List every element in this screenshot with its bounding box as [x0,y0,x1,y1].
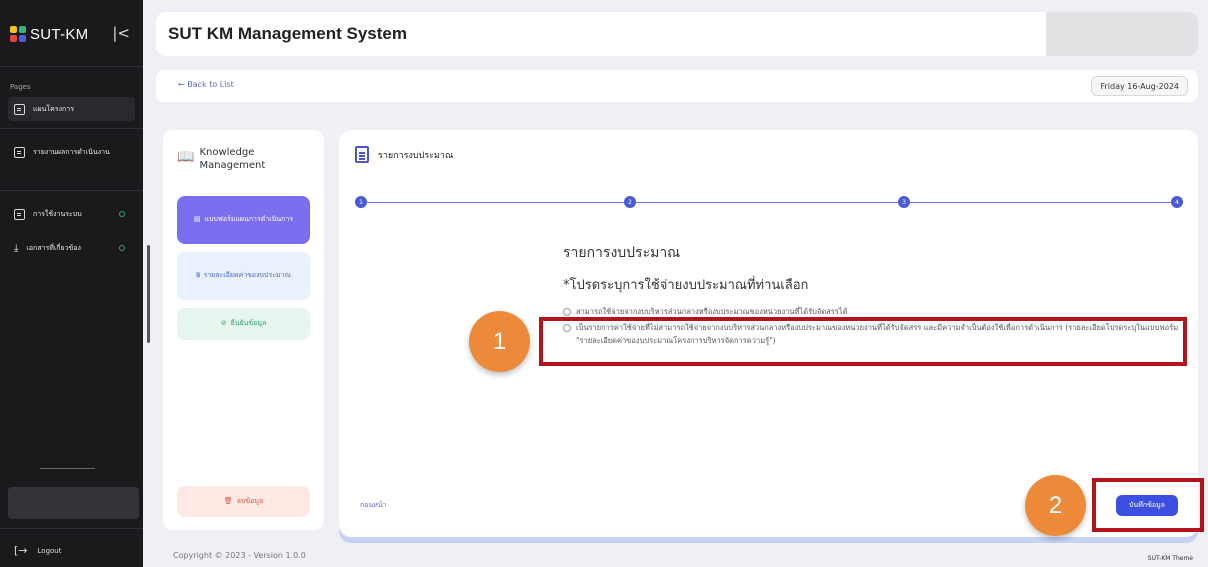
user-menu[interactable] [1046,12,1198,56]
date-badge: Friday 16-Aug-2024 [1091,76,1188,96]
sidebar-item-documents[interactable]: ⤓ เอกสารที่เกี่ยวข้อง [8,236,135,260]
stepper-step-2[interactable]: 2 [624,196,636,208]
sidebar-item-label: การใช้งานระบบ [33,209,82,218]
stepper-step-4[interactable]: 4 [1171,196,1183,208]
table-icon [14,103,25,115]
section-subtitle: *โปรดระบุการใช้จ่ายงบประมาณที่ท่านเลือก [563,278,809,293]
logout-button[interactable]: [→ Logout [14,544,61,557]
highlight-option-2 [539,317,1187,366]
book-icon: 📖 [177,149,195,165]
download-icon: ⤓ [14,242,19,254]
status-dot-icon [119,245,125,251]
copyright-text: Copyright © 2023 - Version 1.0.0 [173,551,306,560]
sidebar-item-plans[interactable]: แผนโครงการ [8,97,135,121]
sidebar-item-usage[interactable]: การใช้งานระบบ [8,202,135,226]
divider [0,528,143,529]
stepper-step-1[interactable]: 1 [355,196,367,208]
delete-button[interactable]: 🗑 ลบข้อมูล [177,486,310,517]
divider [0,190,143,191]
callout-2: 2 [1025,475,1086,536]
sidebar-scrollbar[interactable] [147,245,150,343]
step-label: ยืนยันข้อมูล [230,319,267,328]
divider [0,128,143,129]
sidebar: SUT-KM |< Pages แผนโครงการ รายงานผลการดำ… [0,0,143,567]
grid-icon [14,208,25,220]
top-header: SUT KM Management System [156,12,1198,56]
radio-button[interactable] [563,308,571,316]
brand-logo[interactable]: SUT-KM |< [10,22,130,46]
trash-icon: 🗑 [223,496,233,505]
panel-header: รายการงบประมาณ [355,146,453,163]
sidebar-item-report[interactable]: รายงานผลการดำเนินงาน [8,140,135,164]
step-budget-button[interactable]: ฿ รายละเอียดค่าของบประมาณ [177,252,310,300]
section-title: รายการงบประมาณ [563,245,681,261]
sidebar-item-label: แผนโครงการ [33,104,74,113]
brand-name: SUT-KM [30,25,89,43]
form-icon: ▤ [193,215,201,224]
stepper-line [361,202,1175,203]
step-label: รายละเอียดค่าของบประมาณ [203,271,292,280]
sidebar-item-label: รายงานผลการดำเนินงาน [33,147,110,156]
sidebar-item-label: เอกสารที่เกี่ยวข้อง [26,243,81,252]
previous-button[interactable]: ก่อนหน้า [360,500,387,511]
breadcrumb-bar: ← Back to List Friday 16-Aug-2024 [156,70,1198,102]
pages-label: Pages [10,83,31,91]
collapse-left-icon[interactable]: |< [112,24,130,42]
steps-panel: 📖 Knowledge Management ▤ แบบฟอร์มแผนการด… [163,130,324,530]
money-icon: ฿ [195,271,201,280]
delete-label: ลบข้อมูล [236,496,264,505]
step-label: แบบฟอร์มแผนการดำเนินการ [204,215,294,224]
back-to-list-link[interactable]: ← Back to List [178,80,234,89]
stepper-step-3[interactable]: 3 [898,196,910,208]
check-circle-icon: ⊘ [220,319,227,328]
step-confirm-button[interactable]: ⊘ ยืนยันข้อมูล [177,308,310,340]
status-dot-icon [119,211,125,217]
app-title: SUT KM Management System [168,24,407,43]
logout-icon: [→ [14,544,28,557]
logo-mark-icon [10,26,26,42]
callout-1: 1 [469,311,530,372]
theme-label: SUT-KM Theme [1147,555,1193,562]
panel-title: รายการงบประมาณ [378,150,454,161]
divider [40,468,95,469]
divider [0,66,143,67]
logout-label: Logout [37,546,62,555]
document-icon [355,146,369,163]
user-profile[interactable] [8,487,139,519]
panel-header: 📖 Knowledge Management [177,147,269,172]
step-form-button[interactable]: ▤ แบบฟอร์มแผนการดำเนินการ [177,196,310,244]
panel-title: Knowledge Management [199,147,266,171]
highlight-save-button [1092,478,1204,532]
report-icon [14,146,25,158]
